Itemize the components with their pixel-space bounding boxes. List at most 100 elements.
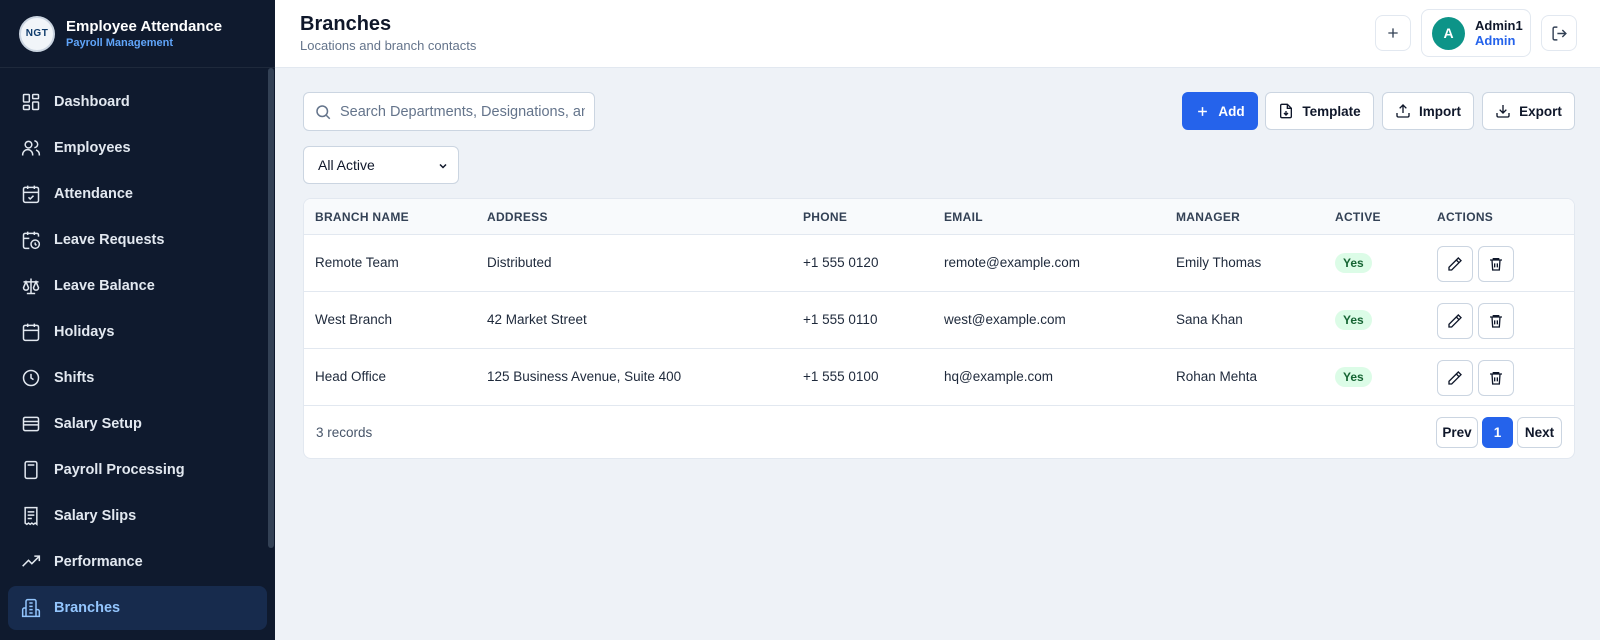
- brand-title: Employee Attendance: [66, 18, 223, 35]
- branch-manager: Sana Khan: [1176, 312, 1243, 327]
- sidebar-item-label: Performance: [54, 554, 143, 570]
- template-button-label: Template: [1302, 103, 1361, 119]
- sidebar-item-attendance[interactable]: Attendance: [8, 172, 267, 216]
- pencil-icon: [1448, 371, 1462, 385]
- wallet-icon: [22, 416, 40, 432]
- sidebar-item-salary-setup[interactable]: Salary Setup: [8, 402, 267, 446]
- trash-icon: [1490, 258, 1502, 271]
- page-title: Branches: [300, 13, 392, 35]
- building-icon: [21, 598, 41, 618]
- table-header: BRANCH NAME ADDRESS PHONE EMAIL MANAGER …: [304, 199, 1574, 235]
- clock-icon: [22, 369, 40, 387]
- trash-icon: [1490, 372, 1502, 385]
- user-name: Admin1: [1475, 18, 1523, 33]
- branch-email: hq@example.com: [944, 369, 1054, 384]
- search-input[interactable]: [340, 103, 585, 120]
- upload-icon: [1396, 104, 1410, 118]
- export-button-label: Export: [1519, 103, 1562, 119]
- add-button[interactable]: Add: [1182, 92, 1258, 130]
- calendar-clock-icon: [22, 231, 41, 250]
- branch-address: Distributed: [487, 255, 552, 270]
- sidebar-item-dashboard[interactable]: Dashboard: [8, 80, 267, 124]
- dashboard-icon: [22, 93, 40, 111]
- download-icon: [1496, 105, 1510, 118]
- records-count: 3 records: [316, 425, 373, 440]
- edit-button[interactable]: [1437, 303, 1473, 339]
- search-box: [303, 92, 595, 131]
- sidebar-item-branches[interactable]: Branches: [8, 586, 267, 630]
- branch-email: remote@example.com: [944, 255, 1081, 270]
- sidebar-item-leave-balance[interactable]: Leave Balance: [8, 264, 267, 308]
- pencil-icon: [1448, 257, 1462, 271]
- export-button[interactable]: Export: [1482, 92, 1575, 130]
- branch-name: Head Office: [315, 369, 387, 384]
- quick-add-button[interactable]: [1375, 15, 1411, 51]
- column-header[interactable]: ACTIVE: [1335, 210, 1381, 224]
- plus-icon: [1388, 28, 1398, 38]
- column-header[interactable]: EMAIL: [944, 210, 983, 224]
- sidebar-item-label: Shifts: [54, 370, 95, 386]
- branch-address: 125 Business Avenue, Suite 400: [487, 369, 682, 384]
- branch-phone: +1 555 0120: [803, 255, 879, 270]
- import-button-label: Import: [1419, 103, 1461, 119]
- sidebar-item-holidays[interactable]: Holidays: [8, 310, 267, 354]
- delete-button[interactable]: [1478, 246, 1514, 282]
- sidebar-item-label: Employees: [54, 140, 131, 156]
- page-button-current[interactable]: 1: [1482, 417, 1513, 448]
- sidebar-item-label: Salary Setup: [54, 416, 142, 432]
- delete-button[interactable]: [1478, 360, 1514, 396]
- calendar-days-icon: [22, 323, 40, 342]
- page-subtitle: Locations and branch contacts: [300, 38, 477, 53]
- edit-button[interactable]: [1437, 360, 1473, 396]
- user-role: Admin: [1475, 33, 1516, 48]
- sidebar-item-employees[interactable]: Employees: [8, 126, 267, 170]
- status-badge: Yes: [1335, 310, 1372, 330]
- sidebar-nav: Dashboard Employees Attendance Leave Req…: [0, 68, 275, 630]
- brand-subtitle: Payroll Management: [66, 37, 173, 49]
- status-badge: Yes: [1335, 367, 1372, 387]
- user-menu[interactable]: A Admin1 Admin: [1421, 9, 1531, 57]
- sidebar-scrollbar[interactable]: [268, 68, 274, 548]
- brand: NGT Employee Attendance Payroll Manageme…: [0, 0, 275, 68]
- sidebar-item-salary-slips[interactable]: Salary Slips: [8, 494, 267, 538]
- status-filter-select[interactable]: All Active: [303, 146, 459, 184]
- table-footer: 3 records Prev 1 Next: [304, 406, 1574, 458]
- status-badge: Yes: [1335, 253, 1372, 273]
- sidebar-item-label: Dashboard: [54, 94, 130, 110]
- delete-button[interactable]: [1478, 303, 1514, 339]
- edit-button[interactable]: [1437, 246, 1473, 282]
- branch-phone: +1 555 0110: [803, 312, 878, 327]
- users-icon: [21, 140, 41, 156]
- branch-email: west@example.com: [944, 312, 1066, 327]
- column-header[interactable]: PHONE: [803, 210, 847, 224]
- table-row: Head Office 125 Business Avenue, Suite 4…: [304, 349, 1574, 406]
- column-header[interactable]: MANAGER: [1176, 210, 1240, 224]
- branch-manager: Emily Thomas: [1176, 255, 1262, 270]
- sidebar-item-leave-requests[interactable]: Leave Requests: [8, 218, 267, 262]
- sidebar-item-label: Payroll Processing: [54, 462, 185, 478]
- sidebar-item-label: Leave Balance: [54, 278, 155, 294]
- sidebar-item-shifts[interactable]: Shifts: [8, 356, 267, 400]
- sidebar-item-label: Leave Requests: [54, 232, 165, 248]
- table-row: Remote Team Distributed +1 555 0120 remo…: [304, 235, 1574, 292]
- top-header: Branches Locations and branch contacts A…: [275, 0, 1600, 68]
- sidebar-item-performance[interactable]: Performance: [8, 540, 267, 584]
- sidebar-item-payroll-processing[interactable]: Payroll Processing: [8, 448, 267, 492]
- logout-button[interactable]: [1541, 15, 1577, 51]
- branch-name: Remote Team: [315, 255, 399, 270]
- add-button-label: Add: [1218, 103, 1245, 119]
- column-header[interactable]: ADDRESS: [487, 210, 548, 224]
- calculator-icon: [24, 460, 38, 480]
- trending-up-icon: [22, 555, 41, 567]
- sidebar-item-label: Holidays: [54, 324, 115, 340]
- template-button[interactable]: Template: [1265, 92, 1374, 130]
- import-button[interactable]: Import: [1382, 92, 1474, 130]
- search-icon: [316, 104, 331, 119]
- column-header[interactable]: BRANCH NAME: [315, 210, 409, 224]
- calendar-check-icon: [22, 185, 40, 204]
- status-filter-value: All Active: [318, 157, 375, 173]
- prev-page-button[interactable]: Prev: [1436, 417, 1478, 448]
- table-row: West Branch 42 Market Street +1 555 0110…: [304, 292, 1574, 349]
- branches-table: BRANCH NAME ADDRESS PHONE EMAIL MANAGER …: [303, 198, 1575, 459]
- next-page-button[interactable]: Next: [1517, 417, 1562, 448]
